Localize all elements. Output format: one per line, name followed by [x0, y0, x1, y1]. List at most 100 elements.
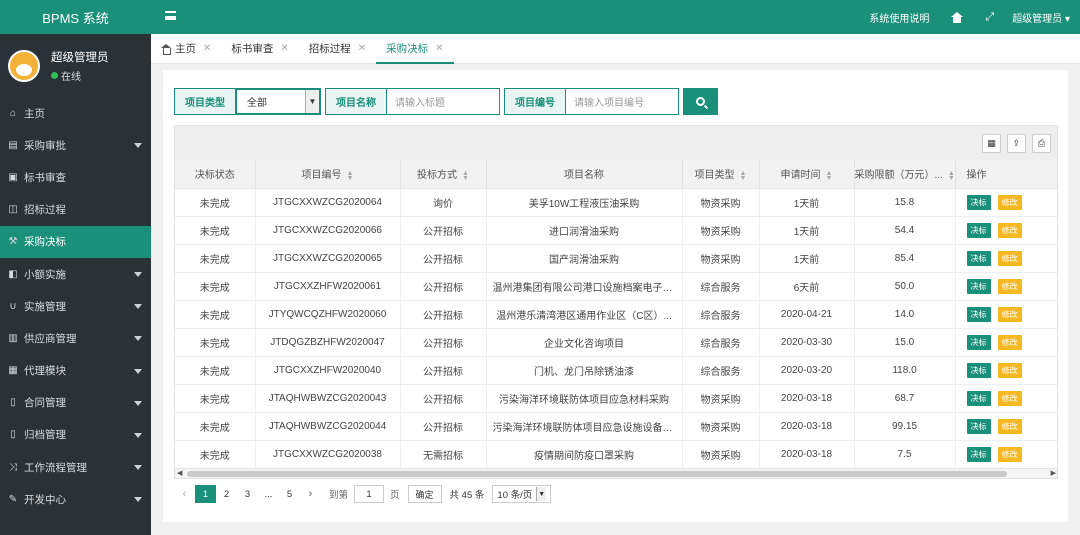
- confirm-button[interactable]: 确定: [407, 485, 442, 503]
- tab-0[interactable]: 主页 ✕: [151, 34, 221, 63]
- table-row[interactable]: 未完成 JTAQHWBWZCG2020043 公开招标 污染海洋环境联防体项目应急材料…: [175, 384, 1057, 413]
- sidebar-item-10[interactable]: ▯ 归档管理: [0, 419, 151, 451]
- sort-icon[interactable]: ▲ ▼: [826, 170, 833, 182]
- scroll-thumb[interactable]: [187, 471, 1007, 477]
- page-button[interactable]: 5: [279, 485, 300, 503]
- tab-1[interactable]: 标书审查 ✕: [221, 34, 298, 63]
- edit-button[interactable]: 修改: [997, 418, 1022, 434]
- column-header[interactable]: 项目编号 ▲ ▼: [255, 160, 401, 189]
- sidebar-item-3[interactable]: ◫ 招标过程: [0, 194, 151, 226]
- page-button[interactable]: 1: [195, 485, 216, 503]
- print-icon[interactable]: ⎙: [1032, 134, 1051, 153]
- sidebar-item-4[interactable]: ⚒ 采购决标: [0, 225, 151, 258]
- sidebar-item-1[interactable]: ▤ 采购审批: [0, 129, 151, 161]
- close-icon[interactable]: ✕: [358, 43, 366, 54]
- edit-button[interactable]: 修改: [997, 390, 1022, 406]
- home-icon[interactable]: [951, 11, 964, 23]
- table-cell: 未完成: [175, 300, 256, 329]
- edit-button[interactable]: 修改: [997, 306, 1022, 322]
- edit-button[interactable]: 修改: [997, 334, 1022, 350]
- chevron-down-icon: ▼: [536, 487, 547, 501]
- award-button[interactable]: 决标: [966, 390, 991, 406]
- page-button[interactable]: 3: [237, 485, 258, 503]
- column-header[interactable]: 项目类型 ▲ ▼: [682, 160, 760, 189]
- table-row[interactable]: 未完成 JTGCXXWZCG2020066 公开招标 进口润滑油采购 物资采购 1天前 54…: [175, 216, 1057, 245]
- sort-icon[interactable]: ▲ ▼: [948, 170, 954, 182]
- table-cell: 68.7: [854, 384, 956, 413]
- code-input[interactable]: 请输入项目编号: [566, 89, 678, 114]
- search-button[interactable]: [683, 88, 718, 115]
- sidebar-item-2[interactable]: ▣ 标书审查: [0, 161, 151, 193]
- award-button[interactable]: 决标: [966, 222, 991, 238]
- sidebar-item-12[interactable]: ✎ 开发中心: [0, 483, 151, 515]
- sidebar-item-9[interactable]: ▯ 合同管理: [0, 387, 151, 419]
- close-icon[interactable]: ✕: [203, 43, 211, 54]
- award-button[interactable]: 决标: [966, 334, 991, 350]
- award-button[interactable]: 决标: [966, 446, 991, 462]
- scroll-left-icon[interactable]: ◀: [177, 469, 182, 477]
- export-icon[interactable]: ⇪: [1007, 134, 1026, 153]
- table-header: 决标状态 项目编号 ▲ ▼ 投标方式 ▲ ▼ 项目名称 项目类型 ▲ ▼ 申请时间 ▲ ▼ 采购限额（万元）…: [175, 160, 1057, 189]
- edit-button[interactable]: 修改: [997, 250, 1022, 266]
- columns-icon[interactable]: ▦: [982, 134, 1001, 153]
- table-row[interactable]: 未完成 JTGCXXWZCG2020038 无需招标 疫情期间防疫口罩采购 物资采购 20…: [175, 440, 1057, 469]
- edit-button[interactable]: 修改: [997, 222, 1022, 238]
- close-icon[interactable]: ✕: [435, 43, 443, 54]
- menu-toggle-icon[interactable]: [165, 11, 176, 20]
- total-count: 共 45 条: [449, 490, 485, 501]
- table-cell: 未完成: [175, 272, 256, 301]
- search-icon: [696, 97, 705, 106]
- sort-icon[interactable]: ▲ ▼: [462, 170, 469, 182]
- page-input[interactable]: 1: [354, 485, 385, 503]
- sidebar: BPMS 系统 超级管理员 在线 ⌂ 主页 ▤ 采购审批 ▣ 标书审查 ◫ 招标过程 ⚒ 采购决标…: [0, 0, 151, 535]
- prev-page-icon[interactable]: ‹: [174, 485, 195, 503]
- sort-icon[interactable]: ▲ ▼: [347, 170, 354, 182]
- page-size-select[interactable]: 10 条/页 ▼: [492, 485, 552, 503]
- edit-button[interactable]: 修改: [997, 194, 1022, 210]
- supplier-icon: ▥: [8, 332, 18, 344]
- table-row[interactable]: 未完成 JTGCXXWZCG2020065 公开招标 国产润滑油采购 物资采购 1天前 85…: [175, 244, 1057, 273]
- sidebar-item-5[interactable]: ◧ 小额实施: [0, 258, 151, 290]
- award-button[interactable]: 决标: [966, 278, 991, 294]
- archive-icon: ▯: [10, 429, 16, 441]
- table-row[interactable]: 未完成 JTGCXXZHFW2020040 公开招标 门机、龙门吊除锈油漆 综合服务 20…: [175, 356, 1057, 385]
- horizontal-scrollbar[interactable]: ◀ ▶: [175, 468, 1057, 478]
- page-button[interactable]: 2: [216, 485, 237, 503]
- edit-button[interactable]: 修改: [997, 278, 1022, 294]
- tab-3[interactable]: 采购决标 ✕: [376, 34, 454, 64]
- award-button[interactable]: 决标: [966, 250, 991, 266]
- fullscreen-icon[interactable]: ⤢: [985, 11, 994, 24]
- sidebar-item-6[interactable]: ∪ 实施管理: [0, 290, 151, 322]
- table-toolbar: ▦ ⇪ ⎙: [175, 126, 1057, 160]
- table-cell: 未完成: [175, 328, 256, 357]
- award-button[interactable]: 决标: [966, 194, 991, 210]
- name-input[interactable]: 请输入标题: [387, 89, 499, 114]
- edit-button[interactable]: 修改: [997, 362, 1022, 378]
- sidebar-item-0[interactable]: ⌂ 主页: [0, 97, 151, 129]
- sidebar-item-11[interactable]: ⤨ 工作流程管理: [0, 451, 151, 483]
- award-button[interactable]: 决标: [966, 418, 991, 434]
- tab-2[interactable]: 招标过程 ✕: [299, 34, 376, 63]
- next-page-icon[interactable]: ›: [300, 485, 321, 503]
- table-row[interactable]: 未完成 JTAQHWBWZCG2020044 公开招标 污染海洋环境联防体项目应急设施…: [175, 412, 1057, 441]
- type-select[interactable]: 全部 ▼: [235, 88, 321, 115]
- table-row[interactable]: 未完成 JTGCXXZHFW2020061 公开招标 温州港集团有限公司港口设施档案电…: [175, 272, 1057, 301]
- scroll-right-icon[interactable]: ▶: [1051, 469, 1056, 477]
- admin-menu[interactable]: 超级管理员 ▾: [1012, 10, 1070, 25]
- award-button[interactable]: 决标: [966, 362, 991, 378]
- table-row[interactable]: 未完成 JTYQWCQZHFW2020060 公开招标 温州港乐清湾港区通用作业区（C…: [175, 300, 1057, 329]
- sidebar-item-7[interactable]: ▥ 供应商管理: [0, 322, 151, 354]
- table-cell: 公开招标: [400, 356, 487, 385]
- sort-icon[interactable]: ▲ ▼: [740, 170, 747, 182]
- column-header[interactable]: 采购限额（万元）... ▲ ▼: [854, 160, 956, 189]
- column-header[interactable]: 投标方式 ▲ ▼: [400, 160, 487, 189]
- column-header[interactable]: 申请时间 ▲ ▼: [759, 160, 855, 189]
- sidebar-item-8[interactable]: ▦ 代理模块: [0, 355, 151, 387]
- table-row[interactable]: 未完成 JTGCXXWZCG2020064 询价 美孚10W工程液压油采购 物资采购 1天…: [175, 188, 1057, 217]
- edit-button[interactable]: 修改: [997, 446, 1022, 462]
- award-button[interactable]: 决标: [966, 306, 991, 322]
- help-link[interactable]: 系统使用说明: [869, 10, 929, 25]
- close-icon[interactable]: ✕: [280, 43, 288, 54]
- table-row[interactable]: 未完成 JTDQGZBZHFW2020047 公开招标 企业文化咨询项目 综合服务 202…: [175, 328, 1057, 357]
- table-cell: 公开招标: [400, 244, 487, 273]
